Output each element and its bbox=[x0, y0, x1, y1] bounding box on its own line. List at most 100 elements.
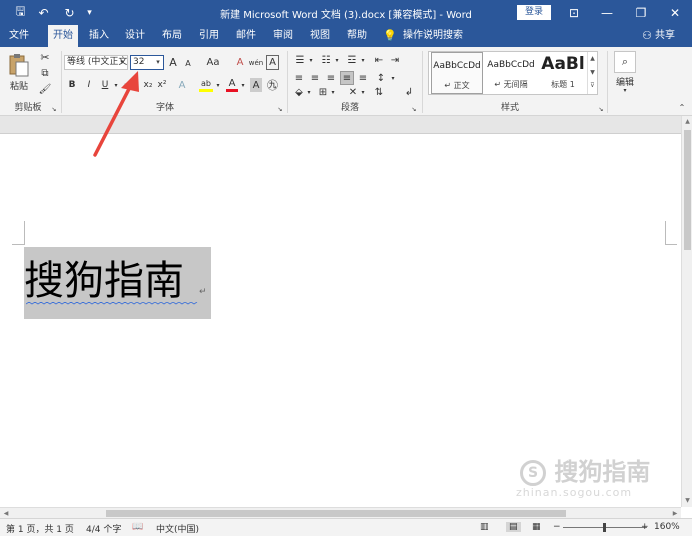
numbering-icon[interactable]: ☷ bbox=[318, 53, 334, 67]
chevron-down-icon[interactable]: ▾ bbox=[239, 78, 247, 92]
read-mode-icon[interactable]: ▥ bbox=[480, 522, 489, 532]
redo-icon[interactable]: ↻ bbox=[61, 4, 78, 21]
save-icon[interactable]: 🖫 bbox=[12, 4, 29, 21]
format-painter-icon[interactable]: 🖌 bbox=[38, 83, 52, 95]
styles-scroll[interactable]: ▲ ▼ ⊽ bbox=[587, 52, 597, 94]
font-color-icon[interactable]: A bbox=[226, 78, 238, 92]
login-button[interactable]: 登录 bbox=[517, 5, 551, 20]
borders-icon[interactable]: ⊞ bbox=[316, 85, 330, 99]
zoom-level[interactable]: 160% bbox=[654, 522, 680, 532]
shrink-font-icon[interactable]: A bbox=[183, 57, 193, 70]
word-count[interactable]: 4/4 个字 bbox=[86, 522, 121, 535]
copy-icon[interactable]: ⧉ bbox=[38, 67, 52, 79]
tab-references[interactable]: 引用 bbox=[194, 25, 224, 47]
horizontal-scroll-thumb[interactable] bbox=[106, 510, 566, 517]
customize-quick-access-icon[interactable]: ▾ bbox=[81, 4, 98, 21]
chevron-down-icon[interactable]: ▼ bbox=[588, 66, 597, 80]
underline-button[interactable]: U bbox=[99, 78, 111, 92]
search-icon[interactable]: ⌕ bbox=[614, 51, 636, 73]
font-size-select[interactable]: 32 ▾ bbox=[130, 55, 164, 70]
distributed-icon[interactable]: ≡ bbox=[356, 71, 370, 85]
vertical-scroll-thumb[interactable] bbox=[684, 130, 691, 250]
horizontal-scrollbar[interactable]: ◀ ▶ bbox=[0, 507, 681, 518]
align-right-icon[interactable]: ≡ bbox=[324, 71, 338, 85]
multilevel-list-icon[interactable]: ☲ bbox=[344, 53, 360, 67]
more-styles-icon[interactable]: ⊽ bbox=[588, 80, 597, 92]
text-effects-icon[interactable]: A bbox=[176, 78, 188, 92]
web-layout-icon[interactable]: ▦ bbox=[532, 522, 541, 532]
chevron-down-icon[interactable]: ▾ bbox=[330, 85, 336, 99]
line-spacing-icon[interactable]: ↕ bbox=[374, 71, 388, 85]
document-text[interactable]: 搜狗指南 bbox=[24, 253, 184, 309]
paragraph-launcher-icon[interactable]: ↘ bbox=[410, 105, 418, 113]
highlight-color-icon[interactable]: ab bbox=[199, 78, 213, 92]
character-shading-icon[interactable]: A bbox=[250, 78, 262, 92]
tell-me-search[interactable]: 操作说明搜索 bbox=[403, 25, 463, 47]
paste-icon[interactable] bbox=[6, 51, 32, 79]
tab-home[interactable]: 开始 bbox=[48, 25, 78, 47]
style-normal[interactable]: AaBbCcDd ↵ 正文 bbox=[431, 52, 483, 94]
decrease-indent-icon[interactable]: ⇤ bbox=[372, 53, 386, 67]
tab-design[interactable]: 设计 bbox=[120, 25, 150, 47]
proofing-icon[interactable]: 📖 bbox=[132, 522, 143, 532]
chevron-down-icon[interactable]: ▾ bbox=[334, 53, 340, 67]
align-center-icon[interactable]: ≡ bbox=[308, 71, 322, 85]
italic-button[interactable]: I bbox=[83, 78, 95, 92]
tab-view[interactable]: 视图 bbox=[305, 25, 335, 47]
phonetic-guide-icon[interactable]: wén bbox=[249, 55, 263, 70]
paste-label[interactable]: 粘贴 bbox=[6, 79, 32, 92]
character-border-icon[interactable]: A bbox=[266, 55, 279, 70]
undo-icon[interactable]: ↶ bbox=[35, 4, 52, 21]
zoom-slider-thumb[interactable] bbox=[603, 523, 606, 532]
bold-button[interactable]: B bbox=[66, 78, 78, 92]
ribbon-display-options-icon[interactable]: ⊡ bbox=[557, 0, 591, 25]
bullets-icon[interactable]: ☰ bbox=[292, 53, 308, 67]
grow-font-icon[interactable]: A bbox=[167, 55, 179, 70]
superscript-button[interactable]: x² bbox=[156, 78, 168, 92]
shading-icon[interactable]: ⬙ bbox=[292, 85, 306, 99]
show-marks-icon[interactable]: ↲ bbox=[402, 85, 416, 99]
font-name-select[interactable]: 等线 (中文正文) ▾ bbox=[64, 55, 128, 70]
font-launcher-icon[interactable]: ↘ bbox=[276, 105, 284, 113]
tab-insert[interactable]: 插入 bbox=[84, 25, 114, 47]
clipboard-launcher-icon[interactable]: ↘ bbox=[50, 105, 58, 113]
share-button[interactable]: 共享 bbox=[655, 25, 685, 47]
print-layout-icon[interactable]: ▤ bbox=[506, 522, 521, 532]
scroll-up-icon[interactable]: ▲ bbox=[682, 117, 692, 127]
chevron-down-icon[interactable]: ▾ bbox=[112, 78, 120, 92]
tab-help[interactable]: 帮助 bbox=[342, 25, 372, 47]
zoom-in-button[interactable]: + bbox=[641, 522, 649, 532]
tab-mailings[interactable]: 邮件 bbox=[231, 25, 261, 47]
chevron-down-icon[interactable]: ▾ bbox=[306, 85, 312, 99]
vertical-scrollbar[interactable]: ▲ ▼ bbox=[681, 116, 692, 507]
chevron-down-icon[interactable]: ▾ bbox=[620, 86, 630, 94]
language-indicator[interactable]: 中文(中国) bbox=[156, 522, 199, 535]
tab-layout[interactable]: 布局 bbox=[157, 25, 187, 47]
cut-icon[interactable]: ✂ bbox=[38, 51, 52, 64]
tab-file[interactable]: 文件 bbox=[4, 25, 34, 47]
style-no-spacing[interactable]: AaBbCcDd ↵ 无间隔 bbox=[485, 52, 537, 94]
chevron-down-icon[interactable]: ▾ bbox=[308, 53, 314, 67]
restore-button[interactable]: ❐ bbox=[624, 0, 658, 25]
chinese-layout-icon[interactable]: ✕ bbox=[346, 85, 360, 99]
close-button[interactable]: ✕ bbox=[658, 0, 692, 25]
zoom-out-button[interactable]: − bbox=[553, 522, 561, 532]
styles-launcher-icon[interactable]: ↘ bbox=[597, 105, 605, 113]
strikethrough-button[interactable]: abc bbox=[122, 78, 140, 92]
chevron-down-icon[interactable]: ▾ bbox=[214, 78, 222, 92]
page-count[interactable]: 第 1 页，共 1 页 bbox=[6, 522, 74, 535]
change-case-icon[interactable]: Aa bbox=[203, 55, 223, 70]
subscript-button[interactable]: x₂ bbox=[142, 78, 154, 92]
chevron-down-icon[interactable]: ▾ bbox=[390, 71, 396, 85]
tab-review[interactable]: 审阅 bbox=[268, 25, 298, 47]
justify-icon[interactable]: ≡ bbox=[340, 71, 354, 85]
chevron-down-icon[interactable]: ▾ bbox=[360, 85, 366, 99]
collapse-ribbon-icon[interactable]: ⌃ bbox=[676, 102, 688, 112]
scroll-down-icon[interactable]: ▼ bbox=[682, 496, 692, 506]
minimize-button[interactable]: — bbox=[590, 0, 624, 25]
chevron-up-icon[interactable]: ▲ bbox=[588, 52, 597, 66]
style-heading-1[interactable]: AaBl 标题 1 bbox=[537, 52, 589, 94]
align-left-icon[interactable]: ≡ bbox=[292, 71, 306, 85]
sort-icon[interactable]: ⇅ bbox=[372, 85, 386, 99]
chevron-down-icon[interactable]: ▾ bbox=[360, 53, 366, 67]
